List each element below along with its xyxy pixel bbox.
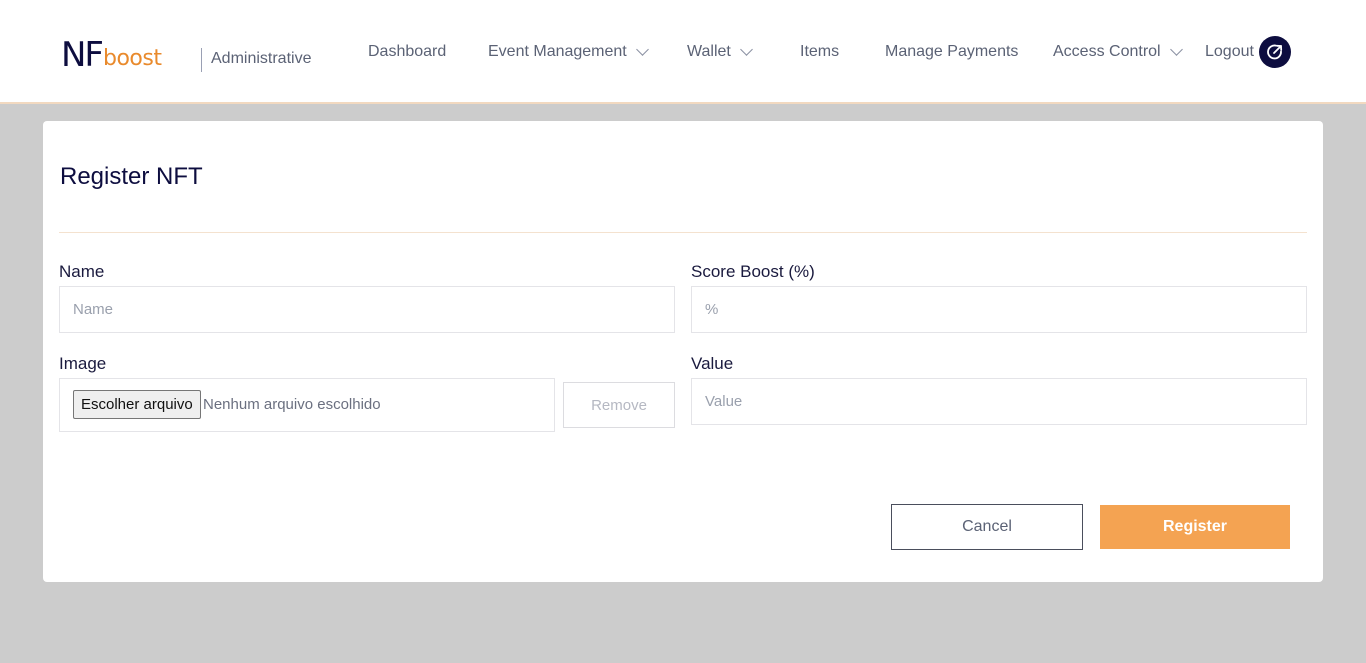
title-divider — [59, 232, 1307, 233]
name-input-placeholder: Name — [73, 301, 114, 318]
value-input[interactable]: Value — [691, 378, 1307, 425]
nav-event-management-label: Event Management — [488, 43, 627, 60]
register-button[interactable]: Register — [1100, 505, 1290, 549]
nav-items[interactable]: Items — [800, 43, 839, 61]
remove-image-button[interactable]: Remove — [563, 382, 675, 428]
nav-access-control-label: Access Control — [1053, 43, 1161, 60]
logo-divider — [201, 48, 202, 72]
value-label: Value — [691, 354, 734, 373]
nav-manage-payments-label: Manage Payments — [885, 43, 1019, 60]
score-boost-input[interactable]: % — [691, 286, 1307, 333]
nav-items-label: Items — [800, 43, 840, 60]
score-boost-label: Score Boost (%) — [691, 262, 815, 281]
app-subtitle: Administrative — [211, 50, 312, 67]
image-label: Image — [59, 354, 107, 373]
nav-event-management[interactable]: Event Management — [488, 43, 649, 61]
logout-icon[interactable] — [1259, 36, 1291, 68]
nav-dashboard-label: Dashboard — [368, 43, 447, 60]
choose-file-button[interactable]: Escolher arquivo — [73, 390, 201, 419]
logo-nf-text: NF — [61, 35, 104, 75]
nav-wallet[interactable]: Wallet — [687, 43, 753, 61]
nav-dashboard[interactable]: Dashboard — [368, 43, 446, 61]
top-navbar: NF boost Administrative Dashboard Event … — [0, 0, 1366, 104]
name-input[interactable]: Name — [59, 286, 675, 333]
score-boost-input-placeholder: % — [705, 301, 719, 318]
file-status-text: Nenhum arquivo escolhido — [203, 396, 381, 413]
chevron-down-icon — [739, 43, 753, 56]
nav-logout-label: Logout — [1205, 43, 1254, 60]
brand-logo[interactable]: NF boost — [61, 35, 162, 75]
nav-logout[interactable]: Logout — [1205, 43, 1254, 61]
nav-wallet-label: Wallet — [687, 43, 731, 60]
chevron-down-icon — [635, 43, 649, 56]
logo-boost-text: boost — [103, 46, 162, 71]
nav-manage-payments[interactable]: Manage Payments — [885, 43, 1018, 61]
register-nft-card: Register NFT Name Name Score Boost (%) %… — [43, 121, 1323, 582]
page-title: Register NFT — [60, 163, 203, 190]
image-file-input[interactable]: Escolher arquivo Nenhum arquivo escolhid… — [59, 378, 555, 432]
chevron-down-icon — [1169, 43, 1183, 56]
value-input-placeholder: Value — [705, 393, 743, 410]
cancel-button[interactable]: Cancel — [891, 504, 1083, 550]
name-label: Name — [59, 262, 105, 281]
nav-access-control[interactable]: Access Control — [1053, 43, 1183, 61]
